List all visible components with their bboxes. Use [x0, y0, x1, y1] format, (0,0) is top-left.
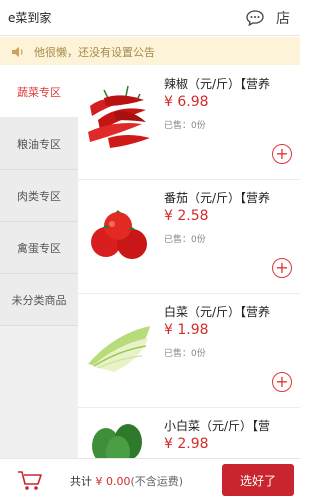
total-label: 共计: [70, 475, 96, 488]
order-total: 共计 ¥ 0.00(不含运费): [70, 473, 183, 489]
checkout-button[interactable]: 选好了: [222, 464, 294, 496]
product-price: ¥ 1.98: [164, 322, 209, 338]
sidebar-item-meat[interactable]: 肉类专区: [0, 170, 78, 222]
product-price: ¥ 6.98: [164, 94, 209, 110]
sidebar-item-poultry-eggs[interactable]: 禽蛋专区: [0, 222, 78, 274]
product-item[interactable]: 小白菜（元/斤）【营 ¥ 2.98: [78, 408, 300, 458]
app-title: e菜到家: [8, 11, 52, 25]
shipping-note: (不含运费): [130, 475, 184, 488]
sidebar-item-uncategorized[interactable]: 未分类商品: [0, 274, 78, 326]
notice-bar: 他很懒，还没有设置公告: [0, 37, 300, 65]
product-item[interactable]: 辣椒（元/斤）【营养 ¥ 6.98 已售：0份 +: [78, 66, 300, 180]
product-name: 番茄（元/斤）【营养: [164, 191, 271, 205]
tomato-image: [84, 190, 154, 274]
add-to-cart-button[interactable]: +: [272, 258, 292, 278]
shop-button[interactable]: 店: [272, 7, 294, 29]
sidebar-item-vegetables[interactable]: 蔬菜专区: [0, 66, 78, 118]
product-list: 辣椒（元/斤）【营养 ¥ 6.98 已售：0份 + 番茄（元/斤）【营养 ¥ 2…: [78, 66, 300, 458]
add-to-cart-button[interactable]: +: [272, 372, 292, 392]
sidebar-item-grain-oil[interactable]: 粮油专区: [0, 118, 78, 170]
add-to-cart-button[interactable]: +: [272, 144, 292, 164]
shopping-cart-icon[interactable]: [16, 468, 44, 492]
product-name: 小白菜（元/斤）【营: [164, 419, 271, 433]
product-item[interactable]: 白菜（元/斤）【营养 ¥ 1.98 已售：0份 +: [78, 294, 300, 408]
checkout-bar: 共计 ¥ 0.00(不含运费) 选好了: [0, 458, 300, 500]
sidebar-item-label: 蔬菜专区: [17, 85, 61, 99]
product-name: 白菜（元/斤）【营养: [164, 305, 271, 319]
product-price: ¥ 2.58: [164, 208, 209, 224]
notice-text: 他很懒，还没有设置公告: [34, 46, 155, 59]
chat-bubble-icon[interactable]: [244, 7, 266, 29]
product-sold-count: 已售：0份: [164, 349, 206, 359]
bok-choy-image: [84, 418, 154, 458]
app-header: e菜到家 店: [0, 0, 300, 36]
chinese-cabbage-image: [84, 304, 154, 388]
product-item[interactable]: 番茄（元/斤）【营养 ¥ 2.58 已售：0份 +: [78, 180, 300, 294]
product-name: 辣椒（元/斤）【营养: [164, 77, 271, 91]
sidebar-item-label: 未分类商品: [11, 293, 67, 307]
speaker-icon: [11, 44, 25, 58]
product-sold-count: 已售：0份: [164, 121, 206, 131]
sidebar-item-label: 粮油专区: [17, 137, 61, 151]
sidebar-item-label: 禽蛋专区: [17, 241, 61, 255]
chili-pepper-image: [84, 76, 154, 160]
product-price: ¥ 2.98: [164, 436, 209, 452]
sidebar-item-label: 肉类专区: [17, 189, 61, 203]
product-sold-count: 已售：0份: [164, 235, 206, 245]
category-sidebar: 蔬菜专区 粮油专区 肉类专区 禽蛋专区 未分类商品: [0, 66, 78, 458]
total-amount: ¥ 0.00: [95, 475, 131, 488]
